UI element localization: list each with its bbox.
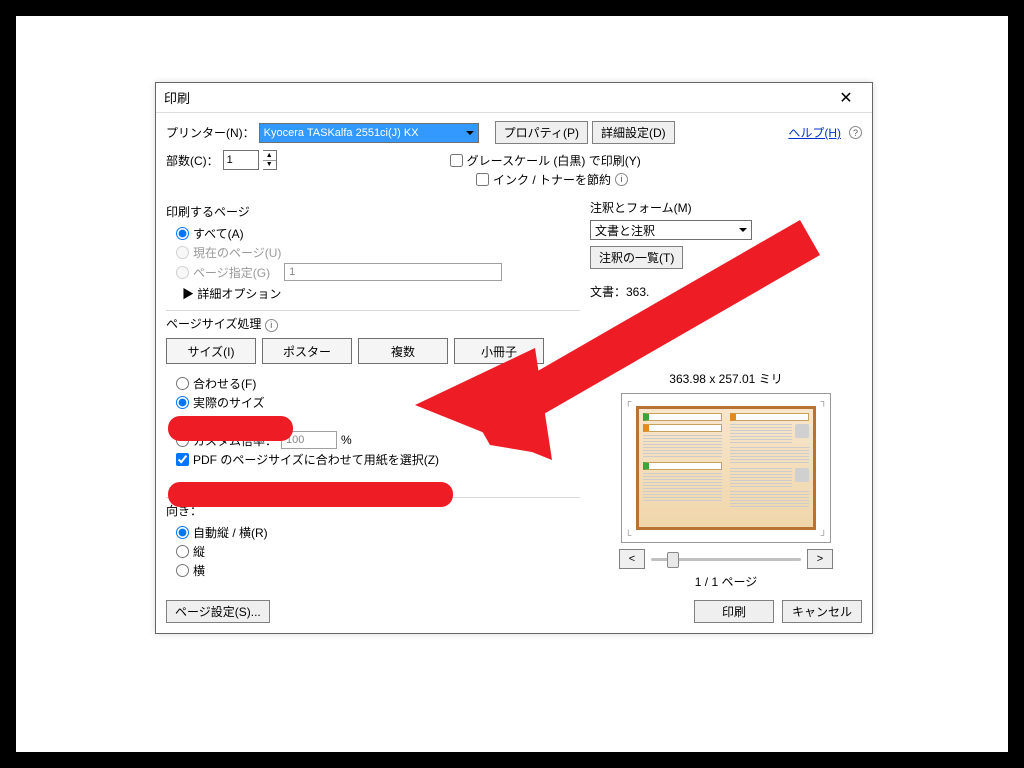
- printer-select[interactable]: Kyocera TASKalfa 2551ci(J) KX: [259, 123, 479, 143]
- chevron-up-icon: ▲: [263, 151, 276, 161]
- printer-value: Kyocera TASKalfa 2551ci(J) KX: [264, 127, 419, 139]
- close-button[interactable]: ✕: [828, 85, 864, 111]
- printer-label: プリンター(N)：: [166, 124, 255, 141]
- preview-prev-button[interactable]: <: [619, 549, 645, 569]
- orient-landscape-radio[interactable]: 横: [166, 561, 580, 580]
- dialog-title: 印刷: [164, 88, 828, 107]
- orient-portrait-radio[interactable]: 縦: [166, 542, 580, 561]
- pages-current-radio[interactable]: 現在のページ(U): [166, 243, 580, 262]
- annotation-highlight: [168, 482, 453, 507]
- saveink-label: インク / トナーを節約: [493, 171, 611, 188]
- properties-button[interactable]: プロパティ(P): [495, 121, 588, 144]
- titlebar: 印刷 ✕: [156, 83, 872, 113]
- scale-unit: %: [341, 433, 352, 447]
- help-link[interactable]: ヘルプ(H): [788, 124, 841, 141]
- choose-paper-checkbox[interactable]: PDF のページサイズに合わせて用紙を選択(Z): [166, 450, 580, 469]
- print-button[interactable]: 印刷: [694, 600, 774, 623]
- pages-all-radio[interactable]: すべて(A): [166, 224, 580, 243]
- tab-poster[interactable]: ポスター: [262, 338, 352, 364]
- pages-range-radio[interactable]: ページ指定(G): [166, 262, 580, 282]
- preview: ┌ ┐ └ ┘: [621, 393, 831, 543]
- info-icon[interactable]: i: [265, 319, 278, 332]
- print-dialog: 印刷 ✕ プリンター(N)： Kyocera TASKalfa 2551ci(J…: [155, 82, 873, 634]
- actual-radio[interactable]: 実際のサイズ: [166, 393, 580, 412]
- tab-multiple[interactable]: 複数: [358, 338, 448, 364]
- preview-caption: 363.98 x 257.01 ミリ: [590, 370, 862, 387]
- page-indicator: 1 / 1 ページ: [590, 573, 862, 590]
- summary-button[interactable]: 注釈の一覧(T): [590, 246, 683, 269]
- copies-label: 部数(C)：: [166, 152, 219, 169]
- close-icon: ✕: [839, 88, 852, 108]
- annotation-highlight: [168, 416, 293, 441]
- pages-title: 印刷するページ: [166, 203, 580, 220]
- sizing-title: ページサイズ処理 i: [166, 315, 580, 332]
- pages-range-input[interactable]: [284, 263, 502, 281]
- orient-auto-radio[interactable]: 自動縦 / 横(R): [166, 523, 580, 542]
- help-icon[interactable]: ?: [849, 126, 862, 139]
- grayscale-label: グレースケール (白黒) で印刷(Y): [467, 152, 641, 169]
- preview-page: [636, 406, 816, 530]
- preview-nav: < >: [590, 549, 862, 569]
- copies-stepper[interactable]: ▲▼: [263, 150, 277, 170]
- fit-radio[interactable]: 合わせる(F): [166, 374, 580, 393]
- tab-size[interactable]: サイズ(I): [166, 338, 256, 364]
- saveink-checkbox[interactable]: インク / トナーを節約: [476, 170, 611, 189]
- comments-title: 注釈とフォーム(M): [590, 199, 862, 216]
- tab-booklet[interactable]: 小冊子: [454, 338, 544, 364]
- preview-next-button[interactable]: >: [807, 549, 833, 569]
- advanced-button[interactable]: 詳細設定(D): [592, 121, 675, 144]
- grayscale-checkbox[interactable]: グレースケール (白黒) で印刷(Y): [450, 151, 641, 170]
- preview-slider[interactable]: [651, 558, 801, 561]
- comments-select[interactable]: 文書と注釈: [590, 220, 752, 240]
- info-icon[interactable]: i: [615, 173, 628, 186]
- chevron-down-icon: ▼: [263, 161, 276, 170]
- pages-more-options[interactable]: ▶ 詳細オプション: [166, 282, 580, 302]
- slider-thumb[interactable]: [667, 552, 679, 568]
- copies-value: 1: [227, 154, 233, 166]
- cancel-button[interactable]: キャンセル: [782, 600, 862, 623]
- copies-input[interactable]: 1: [223, 150, 259, 170]
- doc-size-label: 文書：363.xx x xxx.xx mm: [590, 285, 731, 299]
- page-setup-button[interactable]: ページ設定(S)...: [166, 600, 270, 623]
